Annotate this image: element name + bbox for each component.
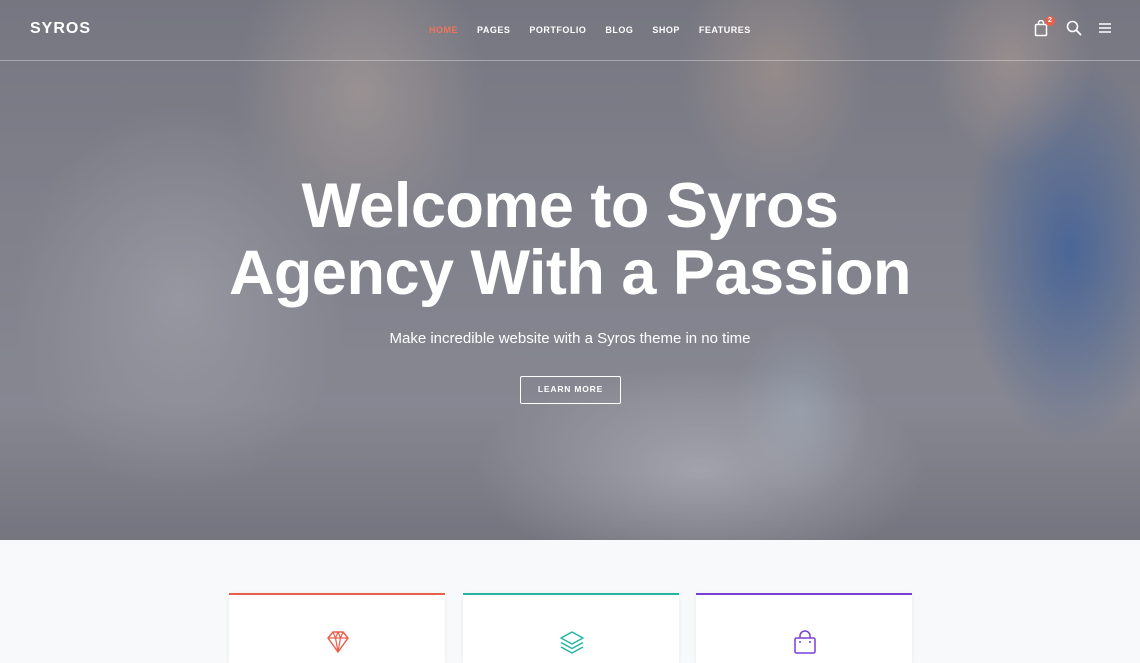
nav-icons: 2	[1034, 16, 1114, 38]
hero-title: Welcome to Syros Agency With a Passion	[0, 173, 1140, 307]
cart-count-badge: 2	[1045, 16, 1055, 26]
learn-more-button[interactable]: LEARN MORE	[520, 376, 621, 404]
menu-icon	[1099, 23, 1111, 33]
navbar: SYROS HOME PAGES PORTFOLIO BLOG SHOP FEA…	[0, 0, 1140, 61]
nav-item-features[interactable]: FEATURES	[699, 25, 751, 35]
feature-card-2[interactable]	[463, 593, 679, 663]
nav-item-portfolio[interactable]: PORTFOLIO	[529, 25, 586, 35]
menu-button[interactable]	[1098, 20, 1114, 38]
diamond-icon	[327, 631, 349, 653]
nav-item-pages[interactable]: PAGES	[477, 25, 510, 35]
feature-card-1[interactable]	[229, 593, 445, 663]
main-menu: HOME PAGES PORTFOLIO BLOG SHOP FEATURES	[429, 25, 770, 35]
hero-title-line-1: Welcome to Syros	[301, 171, 839, 241]
search-button[interactable]	[1066, 20, 1082, 38]
site-logo[interactable]: SYROS	[30, 20, 91, 38]
features-section	[0, 540, 1140, 663]
nav-item-home[interactable]: HOME	[429, 25, 458, 35]
nav-item-shop[interactable]: SHOP	[652, 25, 680, 35]
hero-title-line-2: Agency With a Passion	[228, 238, 912, 308]
layers-icon	[560, 631, 584, 654]
feature-card-3[interactable]	[696, 593, 912, 663]
search-icon	[1066, 20, 1082, 36]
shopping-bag-icon	[794, 630, 816, 654]
hero-section: SYROS HOME PAGES PORTFOLIO BLOG SHOP FEA…	[0, 0, 1140, 540]
hero-subtitle: Make incredible website with a Syros the…	[389, 330, 751, 347]
nav-item-blog[interactable]: BLOG	[605, 25, 633, 35]
cart-button[interactable]: 2	[1034, 16, 1055, 38]
